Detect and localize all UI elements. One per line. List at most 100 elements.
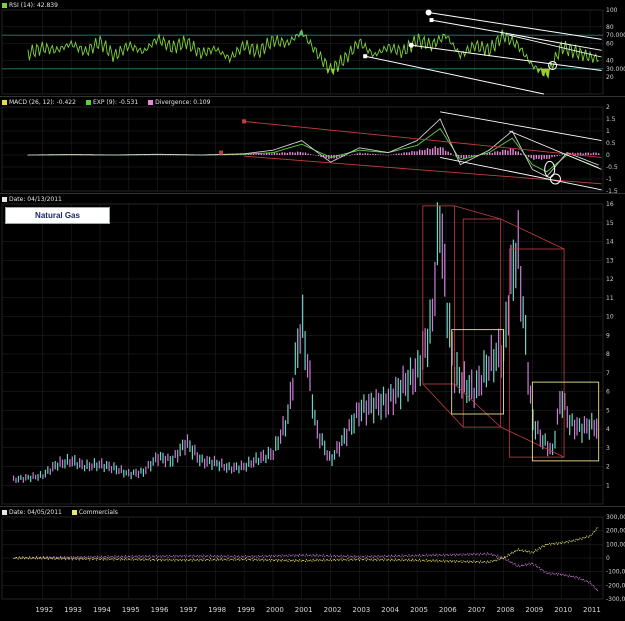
divergence-bar	[268, 153, 270, 155]
divergence-bar	[501, 149, 504, 155]
price-y-tick-label: 7	[606, 370, 610, 377]
price-y-tick-label: 16	[606, 201, 614, 208]
divergence-bar	[507, 150, 509, 155]
price-y-tick-label: 5	[606, 407, 610, 414]
x-axis-year-label: 2010	[554, 606, 572, 614]
chart-title: Natural Gas	[5, 207, 110, 224]
divergence-bar	[520, 153, 522, 155]
divergence-bar	[535, 155, 538, 159]
divergence-bar	[527, 155, 530, 158]
divergence-bar	[369, 154, 372, 155]
macd-panel: MACD (26, 12): -0.422 EXP (9): -0.531 Di…	[0, 96, 625, 194]
x-axis-year-label: 2002	[324, 606, 342, 614]
divergence-bar	[509, 148, 512, 155]
price-panel: Date: 04/13/2011 16 15 14 13 12 11 10 9 8 7 6 5 4 3 2 1	[0, 193, 625, 507]
divergence-bar	[452, 154, 455, 156]
divergence-bar	[561, 154, 564, 155]
x-axis-year-label: 2005	[410, 606, 428, 614]
divergence-bar	[354, 154, 356, 155]
divergence-bar	[494, 151, 496, 155]
divergence-bar	[395, 153, 398, 155]
divergence-bar	[437, 148, 439, 155]
price-y-tick-label: 1	[606, 482, 610, 489]
divergence-bar	[522, 154, 525, 156]
price-y-tick-label: 11	[606, 295, 614, 302]
divergence-bar	[460, 155, 462, 159]
divergence-bar	[361, 153, 364, 155]
x-axis-year-label: 1993	[64, 606, 82, 614]
macd-plot: 21.510.50-0.5-1-1.5	[1, 104, 618, 193]
divergence-bar	[380, 154, 382, 155]
divergence-bar	[444, 150, 447, 155]
divergence-bar	[592, 152, 595, 155]
divergence-bar	[499, 151, 501, 155]
rsi-y-tick-label: 80	[606, 24, 614, 31]
divergence-bar	[312, 154, 315, 156]
divergence-bar	[276, 152, 278, 155]
rsi-anchor-square	[363, 54, 368, 59]
plot-frame	[1, 106, 604, 192]
rsi-y-tick-label: 100	[606, 7, 618, 14]
price-annotation-box	[508, 248, 565, 458]
macd-y-tick-label: 1	[606, 128, 610, 135]
x-axis-year-label: 1997	[179, 606, 197, 614]
macd-y-tick-label: 0	[606, 152, 610, 159]
divergence-bar	[297, 151, 299, 155]
rsi-panel: RSI (14): 42.839 100 80 70.000 60 40 30.000 20	[0, 0, 625, 96]
price-y-tick-label: 9	[606, 332, 610, 339]
macd-trendline	[244, 155, 602, 185]
x-axis-year-label: 1998	[208, 606, 226, 614]
divergence-bar	[255, 154, 257, 155]
chart-window: RSI (14): 42.839 100 80 70.000 60 40 30.000 20…	[0, 0, 625, 621]
divergence-bar	[424, 149, 426, 155]
x-axis-year-label: 2004	[381, 606, 399, 614]
price-annotation-line	[454, 383, 501, 428]
divergence-bar	[284, 152, 286, 155]
price-y-tick-label: 4	[606, 426, 610, 433]
price-y-tick-label: 10	[606, 314, 614, 321]
rsi-anchor-dot	[425, 9, 432, 16]
x-axis-year-label: 1992	[35, 606, 53, 614]
divergence-bar	[491, 153, 494, 155]
divergence-bar	[359, 152, 361, 155]
x-axis-year-label: 2009	[525, 606, 543, 614]
rsi-trendline	[365, 55, 545, 95]
divergence-bar	[281, 152, 283, 155]
divergence-bar	[364, 153, 366, 155]
divergence-bar	[400, 153, 403, 155]
x-axis-year-label: 1995	[122, 606, 140, 614]
x-axis-year-label: 2003	[352, 606, 370, 614]
cot-panel: Date: 04/05/2011 Commercials 300,000200,…	[0, 506, 625, 621]
macd-y-tick-label: 2	[606, 104, 610, 111]
price-plot: 16 15 14 13 12 11 10 9 8 7 6 5 4 3 2 1	[1, 201, 614, 505]
divergence-bar	[367, 153, 369, 155]
divergence-bar	[310, 154, 312, 155]
divergence-bar	[393, 154, 395, 155]
divergence-bar	[559, 155, 561, 156]
macd-y-tick-label: 1.5	[606, 116, 616, 123]
price-annotation-line	[454, 205, 501, 220]
rsi-y-tick-label: 60	[606, 41, 614, 48]
macd-y-tick-label: -1	[606, 176, 612, 183]
price-y-tick-label: 13	[606, 257, 614, 264]
rsi-oversold-fill	[27, 68, 599, 78]
divergence-bar	[514, 151, 517, 155]
divergence-bar	[468, 155, 470, 157]
divergence-bar	[315, 155, 317, 156]
divergence-bar	[585, 152, 587, 155]
divergence-bar	[302, 152, 304, 155]
rsi-y-tick-label: 20	[606, 74, 614, 81]
divergence-bar	[385, 154, 387, 156]
divergence-bar	[413, 151, 416, 155]
macd-trendline	[509, 130, 602, 170]
divergence-bar	[450, 153, 452, 155]
divergence-bar	[382, 154, 385, 156]
rsi-anchor-square	[429, 18, 434, 23]
divergence-bar	[579, 152, 582, 155]
divergence-bar	[426, 148, 429, 155]
macd-y-tick-label: 0.5	[606, 140, 616, 147]
divergence-bar	[533, 155, 535, 160]
divergence-bar	[447, 151, 449, 155]
cot-y-tick-label: -300,000	[606, 596, 625, 603]
divergence-bar	[540, 155, 543, 160]
